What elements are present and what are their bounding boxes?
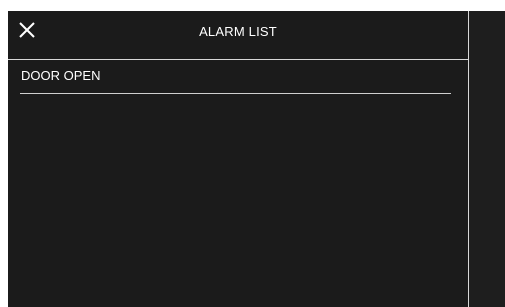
- alarm-list-screen: ALARM LIST DOOR OPEN: [8, 11, 505, 307]
- list-item[interactable]: DOOR OPEN: [20, 61, 451, 94]
- alarm-list: DOOR OPEN: [20, 61, 451, 94]
- page-title: ALARM LIST: [199, 24, 277, 39]
- side-panel: [468, 11, 505, 307]
- header-bar: ALARM LIST: [8, 11, 468, 60]
- main-panel: ALARM LIST DOOR OPEN: [8, 11, 468, 307]
- list-item-label: DOOR OPEN: [21, 68, 101, 83]
